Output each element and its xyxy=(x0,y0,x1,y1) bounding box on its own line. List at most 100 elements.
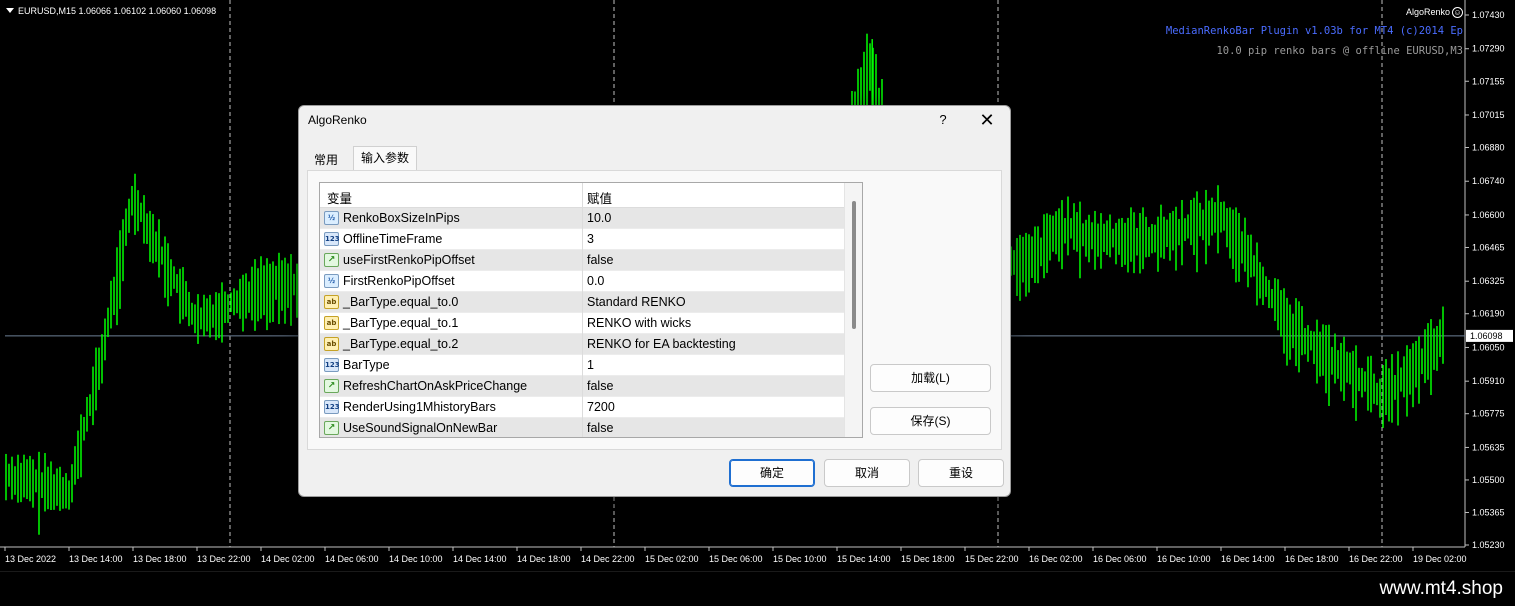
param-name: _BarType.equal_to.2 xyxy=(343,337,459,351)
load-button[interactable]: 加载(L) xyxy=(870,364,991,392)
param-value[interactable]: false xyxy=(587,253,613,267)
param-name: RefreshChartOnAskPriceChange xyxy=(343,379,528,393)
current-price-label: 1.06098 xyxy=(1470,331,1503,341)
help-button[interactable]: ? xyxy=(931,108,955,132)
param-name: OfflineTimeFrame xyxy=(343,232,443,246)
table-row[interactable]: ↗ UseSoundSignalOnNewBar false xyxy=(320,418,844,437)
time-tick-label: 16 Dec 22:00 xyxy=(1349,554,1403,564)
cell-divider xyxy=(582,355,583,376)
param-type-int-icon: 123 xyxy=(324,400,340,414)
price-tick-label: 1.06880 xyxy=(1472,143,1505,153)
time-tick-label: 15 Dec 06:00 xyxy=(709,554,763,564)
cell-divider xyxy=(582,418,583,437)
time-tick-label: 14 Dec 02:00 xyxy=(261,554,315,564)
param-name: _BarType.equal_to.0 xyxy=(343,295,459,309)
param-value[interactable]: 0.0 xyxy=(587,274,604,288)
ea-badge[interactable]: AlgoRenko ☺ xyxy=(1406,7,1463,18)
tab-inputs[interactable]: 输入参数 xyxy=(353,146,418,171)
table-row[interactable]: ↗ useFirstRenkoPipOffset false xyxy=(320,250,844,271)
dialog-title: AlgoRenko xyxy=(308,113,367,127)
close-icon: ✕ xyxy=(979,110,995,130)
tab-panel-inputs: 变量 赋值 ½ RenkoBoxSizeInPips 10.0 123 OfflineT… xyxy=(307,170,1002,450)
column-header-value[interactable]: 赋值 xyxy=(587,188,612,207)
ok-button[interactable]: 确定 xyxy=(729,459,815,487)
time-tick-label: 15 Dec 18:00 xyxy=(901,554,955,564)
cancel-button[interactable]: 取消 xyxy=(824,459,910,487)
param-type-str-icon: ab xyxy=(324,295,339,309)
ea-name: AlgoRenko xyxy=(1405,7,1450,17)
param-type-bool-icon: ↗ xyxy=(324,379,339,393)
param-name: RenkoBoxSizeInPips xyxy=(343,211,460,225)
time-tick-label: 15 Dec 02:00 xyxy=(645,554,699,564)
param-type-frac-icon: ½ xyxy=(324,274,339,288)
symbol-header: EURUSD,M15 1.06066 1.06102 1.06060 1.060… xyxy=(6,6,216,16)
algorenko-properties-dialog: AlgoRenko ? ✕ 常用 输入参数 变量 赋值 ½ RenkoBoxSiz… xyxy=(298,105,1011,497)
price-tick-label: 1.05910 xyxy=(1472,376,1505,386)
footer-strip: www.mt4.shop xyxy=(0,571,1515,606)
time-tick-label: 16 Dec 18:00 xyxy=(1285,554,1339,564)
price-tick-label: 1.06600 xyxy=(1472,210,1505,220)
param-type-str-icon: ab xyxy=(324,316,339,330)
param-type-bool-icon: ↗ xyxy=(324,421,339,435)
price-tick-label: 1.05775 xyxy=(1472,409,1505,419)
cell-divider xyxy=(582,397,583,418)
close-button[interactable]: ✕ xyxy=(974,108,1000,132)
table-row[interactable]: ab _BarType.equal_to.1 RENKO with wicks xyxy=(320,313,844,334)
table-row[interactable]: ½ FirstRenkoPipOffset 0.0 xyxy=(320,271,844,292)
table-row[interactable]: 123 RenderUsing1MhistoryBars 7200 xyxy=(320,397,844,418)
table-row[interactable]: 123 BarType 1 xyxy=(320,355,844,376)
price-tick-label: 1.06465 xyxy=(1472,242,1505,252)
plugin-info-text: 10.0 pip renko bars @ offline EURUSD,M3 xyxy=(1216,45,1463,57)
reset-button[interactable]: 重设 xyxy=(918,459,1004,487)
time-tick-label: 13 Dec 14:00 xyxy=(69,554,123,564)
time-tick-label: 16 Dec 06:00 xyxy=(1093,554,1147,564)
tab-common[interactable]: 常用 xyxy=(307,150,345,172)
param-name: BarType xyxy=(343,358,390,372)
column-header-name[interactable]: 变量 xyxy=(327,188,352,207)
param-value[interactable]: 10.0 xyxy=(587,211,611,225)
param-value[interactable]: 7200 xyxy=(587,400,615,414)
param-name: RenderUsing1MhistoryBars xyxy=(343,400,496,414)
table-row[interactable]: 123 OfflineTimeFrame 3 xyxy=(320,229,844,250)
time-tick-label: 19 Dec 02:00 xyxy=(1413,554,1467,564)
param-name: useFirstRenkoPipOffset xyxy=(343,253,475,267)
dropdown-icon[interactable] xyxy=(6,8,14,13)
param-type-int-icon: 123 xyxy=(324,232,340,246)
cell-divider xyxy=(582,271,583,292)
input-parameters-table: 变量 赋值 ½ RenkoBoxSizeInPips 10.0 123 OfflineT… xyxy=(319,182,863,438)
time-tick-label: 14 Dec 10:00 xyxy=(389,554,443,564)
symbol-info: EURUSD,M15 1.06066 1.06102 1.06060 1.060… xyxy=(18,6,217,16)
param-name: _BarType.equal_to.1 xyxy=(343,316,459,330)
cell-divider xyxy=(582,250,583,271)
param-value[interactable]: 3 xyxy=(587,232,594,246)
column-divider[interactable] xyxy=(582,183,583,208)
price-tick-label: 1.07290 xyxy=(1472,44,1505,54)
table-scrollbar[interactable] xyxy=(844,183,862,437)
save-button[interactable]: 保存(S) xyxy=(870,407,991,435)
parameter-rows: ½ RenkoBoxSizeInPips 10.0 123 OfflineTimeFra… xyxy=(320,208,844,437)
param-value[interactable]: Standard RENKO xyxy=(587,295,686,309)
cell-divider xyxy=(582,292,583,313)
param-value[interactable]: RENKO for EA backtesting xyxy=(587,337,736,351)
table-row[interactable]: ↗ RefreshChartOnAskPriceChange false xyxy=(320,376,844,397)
table-row[interactable]: ab _BarType.equal_to.0 Standard RENKO xyxy=(320,292,844,313)
time-tick-label: 13 Dec 22:00 xyxy=(197,554,251,564)
param-value[interactable]: RENKO with wicks xyxy=(587,316,691,330)
scrollbar-thumb[interactable] xyxy=(852,201,856,329)
param-value[interactable]: false xyxy=(587,379,613,393)
price-tick-label: 1.07430 xyxy=(1472,10,1505,20)
time-tick-label: 16 Dec 10:00 xyxy=(1157,554,1211,564)
time-tick-label: 14 Dec 14:00 xyxy=(453,554,507,564)
price-tick-label: 1.07155 xyxy=(1472,76,1505,86)
table-row[interactable]: ½ RenkoBoxSizeInPips 10.0 xyxy=(320,208,844,229)
time-tick-label: 14 Dec 22:00 xyxy=(581,554,635,564)
site-watermark: www.mt4.shop xyxy=(1379,578,1503,599)
table-row[interactable]: ab _BarType.equal_to.2 RENKO for EA backte… xyxy=(320,334,844,355)
cell-divider xyxy=(582,229,583,250)
smiley-icon: ☺ xyxy=(1452,7,1463,18)
plugin-info-link[interactable]: MedianRenkoBar Plugin v1.03b for MT4 (c)… xyxy=(1166,25,1463,37)
param-value[interactable]: false xyxy=(587,421,613,435)
time-tick-label: 15 Dec 10:00 xyxy=(773,554,827,564)
cell-divider xyxy=(582,376,583,397)
param-value[interactable]: 1 xyxy=(587,358,594,372)
